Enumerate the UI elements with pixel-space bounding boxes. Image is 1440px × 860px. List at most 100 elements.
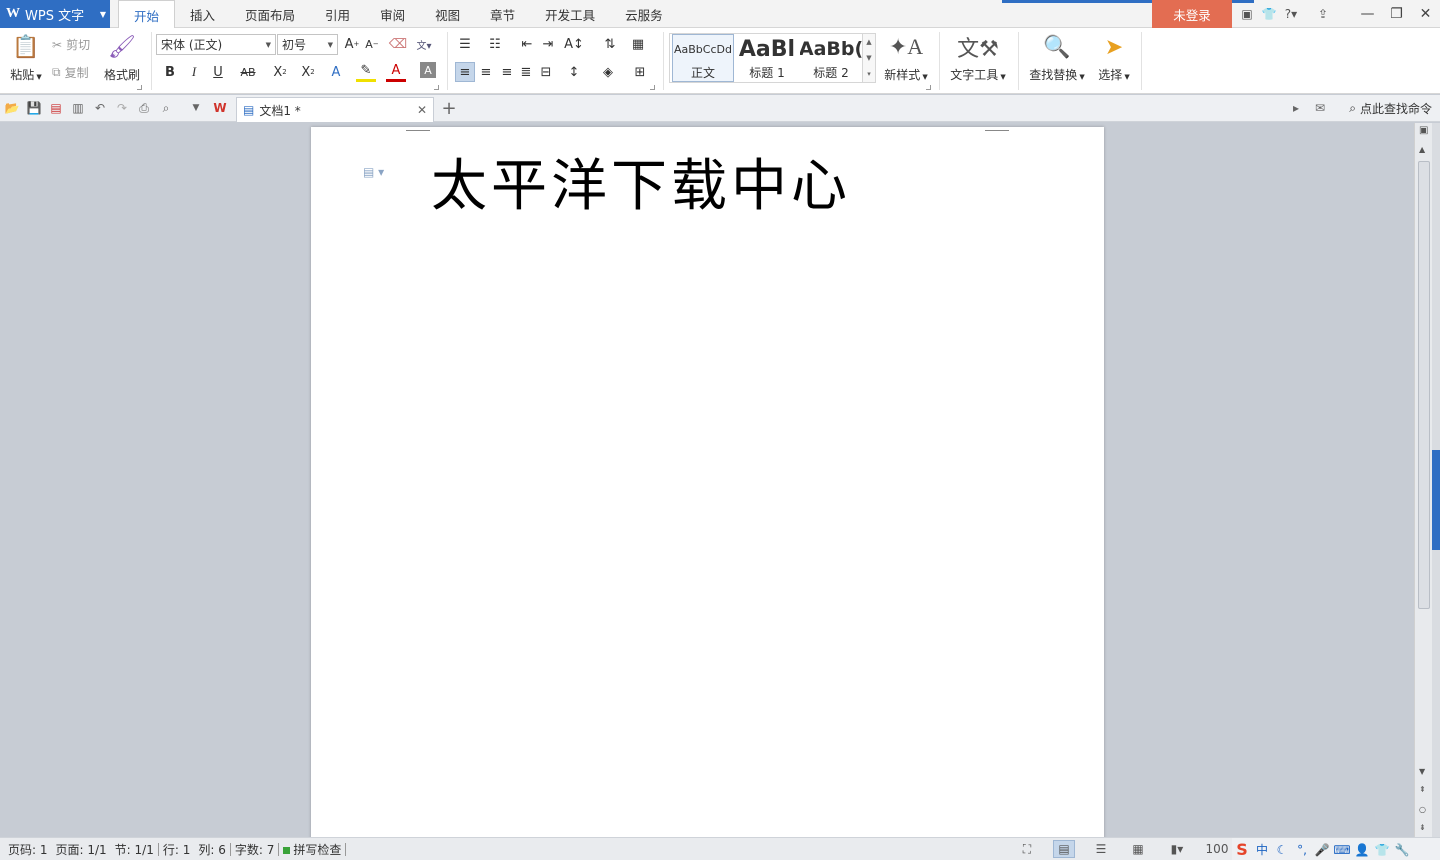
- font-size-select[interactable]: 初号 ▼: [277, 34, 338, 55]
- close-icon[interactable]: ✕: [1411, 0, 1440, 28]
- keyboard-icon[interactable]: ⌨: [1332, 843, 1352, 857]
- spell-check-toggle[interactable]: 拼写检查: [279, 841, 345, 858]
- italic-icon[interactable]: I: [184, 62, 204, 82]
- archive-icon[interactable]: ▣: [1236, 0, 1258, 28]
- paragraph-handle-icon[interactable]: ▤ ▾: [363, 165, 384, 179]
- tab-review[interactable]: 审阅: [365, 0, 420, 28]
- prev-page-icon[interactable]: ⇞: [1419, 785, 1426, 794]
- tab-section[interactable]: 章节: [475, 0, 530, 28]
- preview-icon[interactable]: ⌕: [156, 99, 176, 117]
- grow-font-icon[interactable]: A +: [342, 34, 362, 54]
- scroll-down-icon[interactable]: ▼: [1419, 767, 1425, 776]
- customize-quick-access-icon[interactable]: ▼: [186, 99, 206, 117]
- highlight-icon[interactable]: ✎: [356, 62, 376, 82]
- expand-icon[interactable]: ▾: [867, 70, 871, 78]
- zoom-level[interactable]: 100: [1202, 840, 1232, 858]
- tab-home[interactable]: 开始: [118, 0, 176, 29]
- app-menu-button[interactable]: W WPS 文字 ▼: [0, 0, 110, 28]
- sogou-s-icon[interactable]: S: [1232, 840, 1252, 859]
- tab-page-layout[interactable]: 页面布局: [230, 0, 310, 28]
- font-color-icon[interactable]: A: [386, 62, 406, 82]
- comment-icon[interactable]: ✉: [1310, 99, 1330, 117]
- tab-insert[interactable]: 插入: [175, 0, 230, 28]
- text-effect-icon[interactable]: A: [326, 62, 346, 82]
- chevron-down-icon[interactable]: ▼: [866, 54, 871, 62]
- login-button[interactable]: 未登录: [1152, 0, 1232, 28]
- fullscreen-icon[interactable]: ⛶: [1016, 840, 1038, 858]
- document-tab[interactable]: ▤ 文档1 * ✕: [236, 97, 434, 122]
- panel-toggle-icon[interactable]: ▣: [1419, 125, 1428, 136]
- web-view-icon[interactable]: ▦: [1127, 840, 1149, 858]
- chevron-up-icon[interactable]: ▲: [866, 38, 871, 46]
- cut-button[interactable]: ✂ 剪切: [52, 36, 90, 53]
- tab-cloud[interactable]: 云服务: [610, 0, 678, 28]
- ime-mode[interactable]: 中: [1252, 841, 1272, 858]
- tab-view[interactable]: 视图: [420, 0, 475, 28]
- phonetic-guide-icon[interactable]: 文▾: [414, 34, 434, 54]
- line-spacing-icon[interactable]: ↕: [564, 62, 584, 82]
- subscript-icon[interactable]: X2: [298, 62, 318, 82]
- sort-icon[interactable]: ⇅: [600, 34, 620, 54]
- redo-icon[interactable]: ↷: [112, 99, 132, 117]
- settings-wrench-icon[interactable]: 🔧: [1392, 843, 1412, 857]
- moon-icon[interactable]: ☾: [1272, 843, 1292, 857]
- punctuation-icon[interactable]: °,: [1292, 843, 1312, 857]
- paste-button[interactable]: 📋 粘贴 ▼: [8, 32, 44, 83]
- find-replace-button[interactable]: 🔍 查找替换 ▼: [1026, 32, 1088, 83]
- align-left-icon[interactable]: ≡: [455, 62, 475, 82]
- font-group-launcher[interactable]: [434, 85, 439, 90]
- borders-icon[interactable]: ⊞: [630, 62, 650, 82]
- microphone-icon[interactable]: 🎤: [1312, 843, 1332, 857]
- help-icon[interactable]: ?▾: [1280, 0, 1302, 28]
- status-pages[interactable]: 页面: 1/1: [52, 841, 111, 858]
- new-tab-button[interactable]: +: [440, 97, 458, 119]
- status-word-count[interactable]: 字数: 7: [231, 841, 279, 858]
- shrink-font-icon[interactable]: A −: [362, 34, 382, 54]
- document-text[interactable]: 太平洋下载中心: [431, 141, 851, 222]
- eye-protection-icon[interactable]: ▮▾: [1166, 840, 1188, 858]
- wps-docer-icon[interactable]: W: [210, 99, 230, 117]
- tab-references[interactable]: 引用: [310, 0, 365, 28]
- bullet-list-icon[interactable]: ☰: [455, 34, 475, 54]
- command-search[interactable]: ⌕ 点此查找命令: [1349, 99, 1432, 117]
- next-page-icon[interactable]: ⇟: [1419, 823, 1426, 832]
- print-preview-icon[interactable]: ▥: [68, 99, 88, 117]
- style-group-launcher[interactable]: [926, 85, 931, 90]
- export-pdf-icon[interactable]: ▤: [46, 99, 66, 117]
- close-icon[interactable]: ✕: [417, 103, 427, 117]
- skin-icon[interactable]: 👕: [1258, 0, 1280, 28]
- clipboard-group-launcher[interactable]: [137, 85, 142, 90]
- decrease-indent-icon[interactable]: ⇤: [517, 34, 537, 54]
- strikethrough-icon[interactable]: AB: [238, 62, 258, 82]
- distribute-icon[interactable]: ⊟: [536, 62, 556, 82]
- copy-button[interactable]: ⧉ 复制: [52, 64, 89, 81]
- style-heading-1[interactable]: AaBl 标题 1: [736, 34, 798, 82]
- document-workspace[interactable]: ▤ ▾ 太平洋下载中心: [0, 123, 1414, 847]
- undo-icon[interactable]: ↶: [90, 99, 110, 117]
- page-view-icon[interactable]: ▤: [1053, 840, 1075, 858]
- scroll-up-icon[interactable]: ▲: [1419, 145, 1425, 154]
- bold-icon[interactable]: B: [160, 62, 180, 82]
- save-icon[interactable]: 💾: [24, 99, 44, 117]
- browse-object-icon[interactable]: ○: [1419, 805, 1426, 814]
- style-heading-2[interactable]: AaBb( 标题 2: [800, 34, 862, 82]
- clear-format-icon[interactable]: ⌫: [388, 34, 408, 54]
- open-folder-icon[interactable]: 📂: [2, 99, 22, 117]
- select-button[interactable]: ➤ 选择 ▼: [1094, 32, 1134, 83]
- table-borders-icon[interactable]: ▦: [628, 34, 648, 54]
- increase-indent-icon[interactable]: ⇥: [538, 34, 558, 54]
- underline-icon[interactable]: U: [208, 62, 228, 82]
- restore-icon[interactable]: ❐: [1382, 0, 1411, 28]
- skin-icon[interactable]: 👕: [1372, 843, 1392, 857]
- text-tools-button[interactable]: 文⚒ 文字工具 ▼: [948, 32, 1008, 83]
- share-icon[interactable]: ⇪: [1312, 0, 1334, 28]
- format-painter-button[interactable]: 🖌 格式刷: [102, 32, 142, 83]
- text-direction-icon[interactable]: A↕: [564, 34, 584, 54]
- paragraph-group-launcher[interactable]: [650, 85, 655, 90]
- task-pane-tab[interactable]: [1432, 450, 1440, 550]
- paragraph-shading-icon[interactable]: ◈: [598, 62, 618, 82]
- numbered-list-icon[interactable]: ☷: [485, 34, 505, 54]
- print-icon[interactable]: ⎙: [134, 99, 154, 117]
- document-page[interactable]: ▤ ▾ 太平洋下载中心: [311, 127, 1104, 847]
- align-right-icon[interactable]: ≡: [497, 62, 517, 82]
